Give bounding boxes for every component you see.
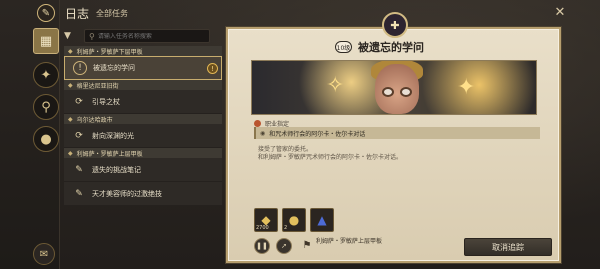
quest-group-header[interactable]: ◆ 乌尔达哈政市	[64, 114, 222, 124]
close-icon[interactable]: ✕	[552, 4, 568, 20]
ship-icon: ▲	[317, 213, 327, 227]
quest-title: 被遗忘的学问	[358, 41, 424, 54]
group-label: 乌尔达哈政市	[76, 116, 113, 124]
fairy-wing-icon: ✧	[326, 73, 345, 98]
quest-group-header[interactable]: ◆ 利姆萨・罗敏萨上层甲板	[64, 148, 222, 158]
cancel-tracking-button[interactable]: 取消追踪	[464, 238, 552, 256]
diamond-icon: ◆	[68, 81, 73, 89]
group-label: 格里达尼亚旧街	[76, 82, 119, 90]
filter-icon[interactable]: ▼	[64, 31, 78, 41]
quest-banner-image: ✧ ✦	[251, 60, 537, 115]
group-label: 利姆萨・罗敏萨下层甲板	[76, 48, 143, 56]
quest-description: 接受了管家的委托。 和利姆萨・罗敏萨咒术师行会的阿尔卡・佐尔卡对话。	[258, 146, 402, 162]
share-button[interactable]: ➚	[276, 238, 292, 254]
location-pin-icon: ⚑	[302, 239, 312, 251]
reward-item[interactable]: ▲	[310, 208, 334, 232]
objective-row[interactable]: ◉ 和咒术师行会的阿尔卡・佐尔卡对话	[254, 127, 540, 139]
diamond-icon: ◆	[68, 149, 73, 157]
reward-count: 2700	[256, 225, 269, 231]
warning-icon: !	[207, 63, 218, 74]
diamond-icon: ◆	[68, 47, 73, 55]
page-subtitle[interactable]: 全部任务	[96, 8, 128, 19]
quest-type-icon: ✚	[382, 12, 408, 38]
objective-text: 和咒术师行会的阿尔卡・佐尔卡对话	[269, 130, 366, 138]
level-badge: 10级	[335, 41, 352, 53]
page-title: 日志	[65, 7, 90, 21]
quest-label: 射向深渊的光	[92, 131, 134, 140]
search-icon: ⚲	[89, 31, 95, 41]
quill-quest-icon: ✎	[75, 188, 83, 199]
medal-icon: ●	[288, 213, 300, 227]
diamond-icon: ◆	[68, 115, 73, 123]
rewards-row: ◆ 2700 ● 2 ▲	[254, 208, 338, 232]
group-label: 利姆萨・罗敏萨上层甲板	[76, 150, 143, 158]
search-box[interactable]: ⚲	[84, 29, 210, 43]
quest-label: 天才美容师的过激绝技	[92, 189, 162, 198]
quest-list: ◆ 利姆萨・罗敏萨下层甲板 ! 被遗忘的学问 ! ◆ 格里达尼亚旧街 ⟳ 引导之…	[64, 46, 222, 269]
quest-label: 遗失的挑战笔记	[92, 165, 141, 174]
quest-item[interactable]: ✎ 遗失的挑战笔记	[64, 158, 222, 182]
quest-group-header[interactable]: ◆ 利姆萨・罗敏萨下层甲板	[64, 46, 222, 56]
quest-label: 被遗忘的学问	[93, 64, 135, 72]
quest-group-header[interactable]: ◆ 格里达尼亚旧街	[64, 80, 222, 90]
hint-lightbulb-icon[interactable]: ●	[33, 126, 59, 152]
quest-item[interactable]: ⟳ 引导之杖	[64, 90, 222, 114]
reward-count: 2	[284, 225, 288, 231]
location-text: 利姆萨・罗敏萨上层甲板	[316, 238, 383, 245]
quest-label: 引导之杖	[92, 97, 120, 106]
repeat-quest-icon: ⟳	[75, 130, 83, 141]
reward-item[interactable]: ● 2	[282, 208, 306, 232]
quest-detail-panel: 10级 被遗忘的学问 ✧ ✦ 职业指定 ◉ 和咒术师行会的阿尔卡・佐尔卡对话 接…	[226, 27, 561, 263]
reward-item[interactable]: ◆ 2700	[254, 208, 278, 232]
description-line: 接受了管家的委托。	[258, 146, 313, 153]
filter-row: ▼ ⚲	[64, 28, 222, 44]
mail-icon[interactable]: ✉	[33, 243, 55, 265]
job-class-icon	[254, 120, 261, 127]
map-pin-icon: ◉	[260, 129, 266, 137]
quest-item[interactable]: ⟳ 射向深渊的光	[64, 124, 222, 148]
npc-goggles	[382, 87, 412, 97]
journal-grid-icon[interactable]: ▦	[33, 28, 59, 54]
pause-button[interactable]: ❚❚	[254, 238, 270, 254]
quest-marker-icon: !	[73, 61, 87, 75]
search-input[interactable]	[97, 32, 198, 40]
quest-item[interactable]: ✎ 天才美容师的过激绝技	[64, 182, 222, 206]
quest-item[interactable]: ! 被遗忘的学问 !	[64, 56, 222, 80]
search-quest-icon[interactable]: ⚲	[33, 94, 59, 120]
quill-quest-icon: ✎	[75, 164, 83, 175]
repeat-quest-icon: ⟳	[75, 96, 83, 107]
quest-scroll-icon[interactable]: ✦	[33, 62, 59, 88]
fairy-wing-icon: ✦	[457, 75, 476, 100]
quill-icon[interactable]: ✎	[37, 4, 55, 22]
description-line: 和利姆萨・罗敏萨咒术师行会的阿尔卡・佐尔卡对话。	[258, 154, 403, 161]
